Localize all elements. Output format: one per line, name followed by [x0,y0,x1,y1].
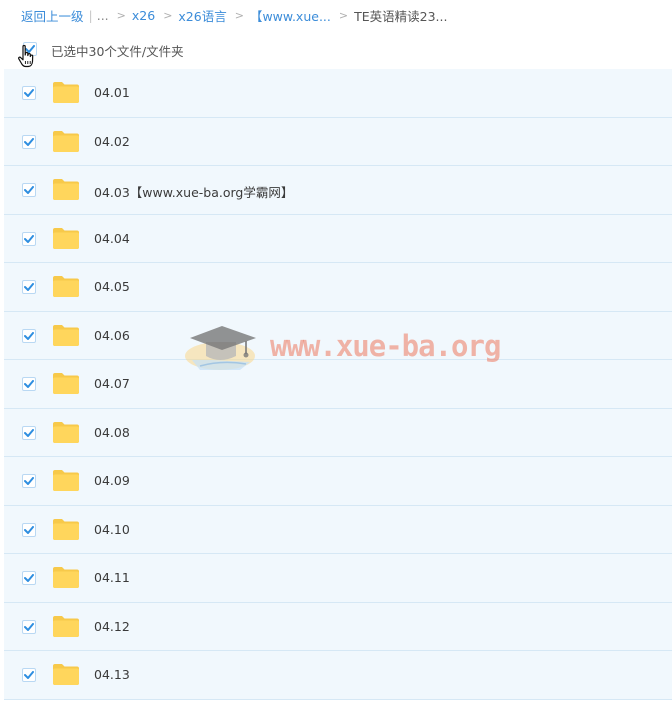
breadcrumb-item-xueba[interactable]: 【www.xue... [250,6,331,25]
folder-icon [53,518,79,540]
file-name[interactable]: 04.07 [94,376,130,391]
checkmark-icon [24,331,34,340]
checkmark-icon [24,671,34,679]
checkmark-icon [24,137,34,146]
breadcrumb-separator: > [116,8,126,22]
file-row[interactable]: 04.10 [4,505,672,554]
row-checkbox[interactable] [22,183,36,197]
file-row[interactable]: 04.11 [4,554,672,603]
file-name[interactable]: 04.05 [94,279,130,294]
checkmark-icon [24,234,34,243]
file-name[interactable]: 04.10 [94,522,130,537]
file-row[interactable]: 04.12 [4,602,672,651]
file-row[interactable]: 04.03【www.xue-ba.org学霸网】 [4,166,672,215]
selection-status: 已选中30个文件/文件夹 [51,44,184,59]
folder-icon [53,130,79,152]
file-name[interactable]: 04.12 [94,619,130,634]
file-name[interactable]: 04.13 [94,667,130,682]
file-name[interactable]: 04.11 [94,570,130,585]
breadcrumb-separator: > [234,8,244,22]
checkmark-icon [24,283,34,291]
row-checkbox[interactable] [22,86,36,100]
checkmark-icon [24,574,34,582]
file-row[interactable]: 04.13 [4,651,672,700]
folder-icon [53,664,79,685]
row-checkbox[interactable] [22,425,36,440]
file-name[interactable]: 04.06 [94,328,130,343]
folder-icon [53,421,79,443]
breadcrumb-current: TE英语精读23... [354,8,448,24]
folder-icon [53,470,79,491]
folder-icon [53,373,79,394]
back-link[interactable]: 返回上一级 [21,6,84,25]
file-name[interactable]: 04.01 [94,85,130,100]
folder-icon [53,227,79,249]
file-name[interactable]: 04.03【www.xue-ba.org学霸网】 [94,182,293,201]
breadcrumb-separator: > [163,8,173,22]
row-checkbox[interactable] [22,377,36,391]
checkmark-icon [24,380,34,388]
folder-icon [53,615,79,637]
breadcrumb-divider: | [88,7,93,23]
file-name[interactable]: 04.02 [94,134,130,149]
breadcrumb-item-x26[interactable]: x26 [132,8,155,23]
file-name[interactable]: 04.09 [94,473,130,488]
file-name[interactable]: 04.04 [94,231,130,246]
file-row[interactable]: 04.02 [4,117,672,166]
breadcrumb: 返回上一级 | ... > x26 > x26语言 > 【www.xue... … [21,5,447,25]
breadcrumb-separator: > [338,8,349,22]
file-row[interactable]: 04.01 [4,69,672,118]
checkmark-icon [24,186,34,194]
file-row[interactable]: 04.09 [4,457,672,506]
row-checkbox[interactable] [22,134,36,149]
folder-icon [53,82,79,103]
row-checkbox[interactable] [22,280,36,294]
file-row[interactable]: 04.08 [4,408,672,457]
file-row[interactable]: 04.07 [4,360,672,409]
row-checkbox[interactable] [22,522,36,537]
folder-icon [53,179,79,200]
folder-icon [53,567,79,588]
file-row[interactable]: 04.05 [4,263,672,312]
breadcrumb-ellipsis[interactable]: ... [97,8,109,23]
checkmark-icon [24,428,34,437]
row-checkbox[interactable] [22,474,36,488]
row-checkbox[interactable] [22,571,36,585]
row-checkbox[interactable] [22,328,36,343]
file-name[interactable]: 04.08 [94,425,130,440]
row-checkbox[interactable] [22,619,36,634]
checkmark-icon [24,477,34,485]
file-row[interactable]: 04.04 [4,214,672,263]
checkmark-icon [24,89,34,97]
file-list: 04.01 04.02 04.03【www.xue-ba.org学霸网】 04.04 0… [4,69,672,700]
selection-header: 已选中30个文件/文件夹 [0,32,672,68]
folder-icon [53,276,79,297]
folder-icon [53,324,79,346]
file-row[interactable]: 04.06 [4,311,672,360]
row-checkbox[interactable] [22,668,36,682]
checkmark-icon [24,525,34,534]
hand-pointer-icon [18,44,34,68]
breadcrumb-item-x26-language[interactable]: x26语言 [178,6,226,25]
row-checkbox[interactable] [22,231,36,246]
checkmark-icon [24,622,34,631]
